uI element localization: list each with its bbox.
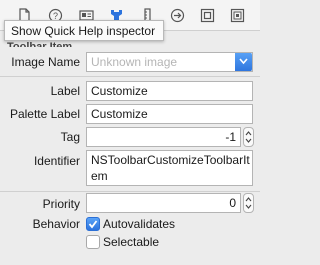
- label-label: Label: [50, 84, 80, 98]
- palette-label-label: Palette Label: [9, 107, 80, 121]
- image-name-combo[interactable]: Unknown image: [86, 52, 253, 72]
- identifier-line-2: em: [91, 169, 108, 183]
- behavior-label: Behavior: [32, 217, 80, 231]
- bindings-icon[interactable]: [200, 8, 215, 23]
- label-field[interactable]: Customize: [86, 81, 253, 101]
- image-name-placeholder: Unknown image: [91, 55, 178, 69]
- identifier-line-1: NSToolbarCustomizeToolbarIt: [91, 153, 250, 167]
- selectable-checkbox[interactable]: [86, 235, 100, 249]
- priority-stepper[interactable]: [243, 193, 254, 213]
- autovalidates-label: Autovalidates: [103, 217, 176, 231]
- divider: [0, 76, 260, 77]
- divider: [0, 191, 260, 192]
- chevron-down-icon[interactable]: [235, 53, 252, 71]
- tag-field[interactable]: -1: [86, 127, 241, 147]
- palette-label-field[interactable]: Customize: [86, 104, 253, 124]
- view-effects-icon[interactable]: [230, 8, 245, 23]
- priority-label: Priority: [42, 197, 80, 211]
- priority-field[interactable]: 0: [86, 193, 241, 213]
- selectable-label: Selectable: [103, 235, 160, 249]
- identifier-label: Identifier: [33, 154, 80, 168]
- connections-icon[interactable]: [170, 8, 185, 23]
- image-name-label: Image Name: [11, 55, 80, 69]
- autovalidates-checkbox[interactable]: [86, 217, 100, 231]
- identifier-field[interactable]: NSToolbarCustomizeToolbarIt em: [86, 150, 253, 186]
- tag-stepper[interactable]: [243, 127, 254, 147]
- tag-label: Tag: [60, 130, 80, 144]
- quick-help-tooltip: Show Quick Help inspector: [4, 20, 164, 41]
